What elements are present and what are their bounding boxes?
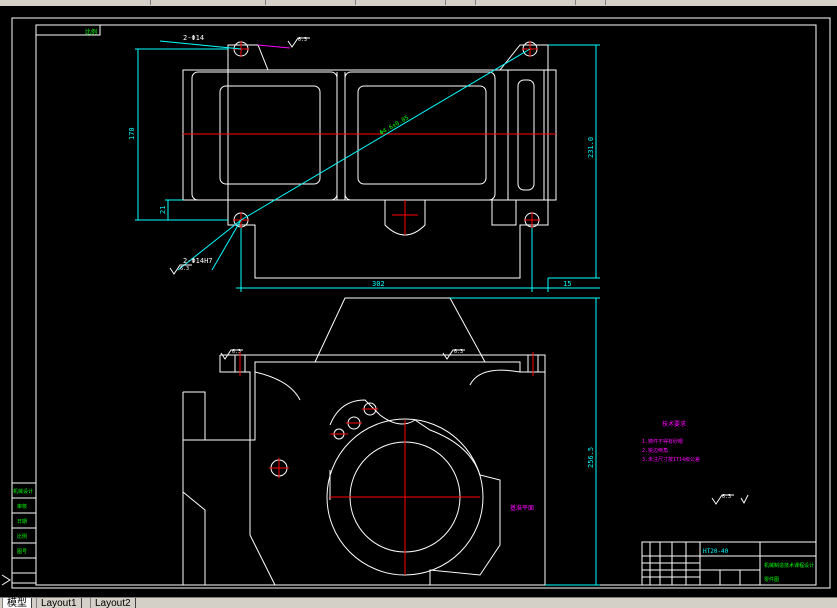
- section-label: 基准平面: [510, 504, 534, 512]
- dim-256: 256.5: [587, 447, 595, 468]
- front-view-centerlines: [239, 352, 534, 575]
- toolbar-segment: [575, 0, 606, 5]
- drawing-canvas[interactable]: 比例 2-Φ14 6.3 2-Φ14H7 6.3 6.3 6.3 6.3 170…: [0, 6, 837, 598]
- top-view: [182, 41, 557, 279]
- toolbar-segment: [265, 0, 356, 5]
- front-view-dimensions: [450, 297, 600, 586]
- note-holes-bottom: 2-Φ14H7: [183, 257, 213, 265]
- toolbar-segment: [355, 0, 446, 5]
- dim-231: 231.0: [587, 137, 595, 158]
- title-block-part: 零件图: [764, 576, 779, 583]
- sheet-border-outer: [11, 17, 831, 589]
- roughness-right: 6.3: [722, 494, 731, 500]
- roughness-symbols: [169, 37, 749, 505]
- layout-tab-bar: 模型 Layout1 Layout2: [0, 597, 837, 608]
- roughness-mid-right: 6.3: [454, 349, 463, 355]
- tab-model[interactable]: 模型: [2, 598, 32, 608]
- title-block-name: HT20-40: [703, 548, 729, 555]
- left-legend: [11, 482, 37, 584]
- front-view: [182, 297, 546, 586]
- toolbar-segment: [445, 0, 476, 5]
- title-block-desc: 机械制造技术课程设计: [764, 562, 814, 569]
- label-top-left: 比例: [85, 28, 97, 36]
- tech-req-line-1: 1.铸件不得有砂眼: [642, 438, 683, 445]
- tab-layout2[interactable]: Layout2: [90, 598, 136, 608]
- toolbar-segment: [0, 0, 151, 5]
- tech-req-line-2: 2.锐边倒角: [642, 447, 668, 454]
- toolbar-segment: [475, 0, 576, 5]
- legend-item-2: 审核: [17, 503, 27, 510]
- legend-item-1: 机械设计: [13, 488, 33, 495]
- ucs-icon: [1, 574, 11, 586]
- legend-item-4: 比例: [17, 533, 27, 540]
- tech-req-line-3: 3.未注尺寸按IT14级公差: [642, 456, 700, 463]
- legend-item-3: 日期: [17, 519, 27, 525]
- toolbar-segment: [150, 0, 266, 5]
- roughness-bottom: 6.3: [180, 266, 189, 272]
- dim-21: 21: [159, 206, 167, 214]
- dim-15: 15: [563, 280, 571, 288]
- top-view-dimensions: [135, 40, 600, 292]
- note-holes-top: 2-Φ14: [183, 34, 204, 42]
- tech-req-title: 技术要求: [662, 420, 686, 428]
- cad-window: 比例 2-Φ14 6.3 2-Φ14H7 6.3 6.3 6.3 6.3 170…: [0, 0, 837, 608]
- dim-302: 302: [372, 280, 385, 288]
- dim-170: 170: [128, 127, 136, 140]
- tab-layout1[interactable]: Layout1: [36, 598, 82, 608]
- legend-item-5: 图号: [17, 549, 27, 555]
- dim-diagonal: Φ4.6±0.05: [379, 114, 411, 137]
- sheet-border-inner: [35, 24, 817, 586]
- leader-magenta: [257, 44, 291, 49]
- roughness-top: 6.3: [298, 37, 307, 43]
